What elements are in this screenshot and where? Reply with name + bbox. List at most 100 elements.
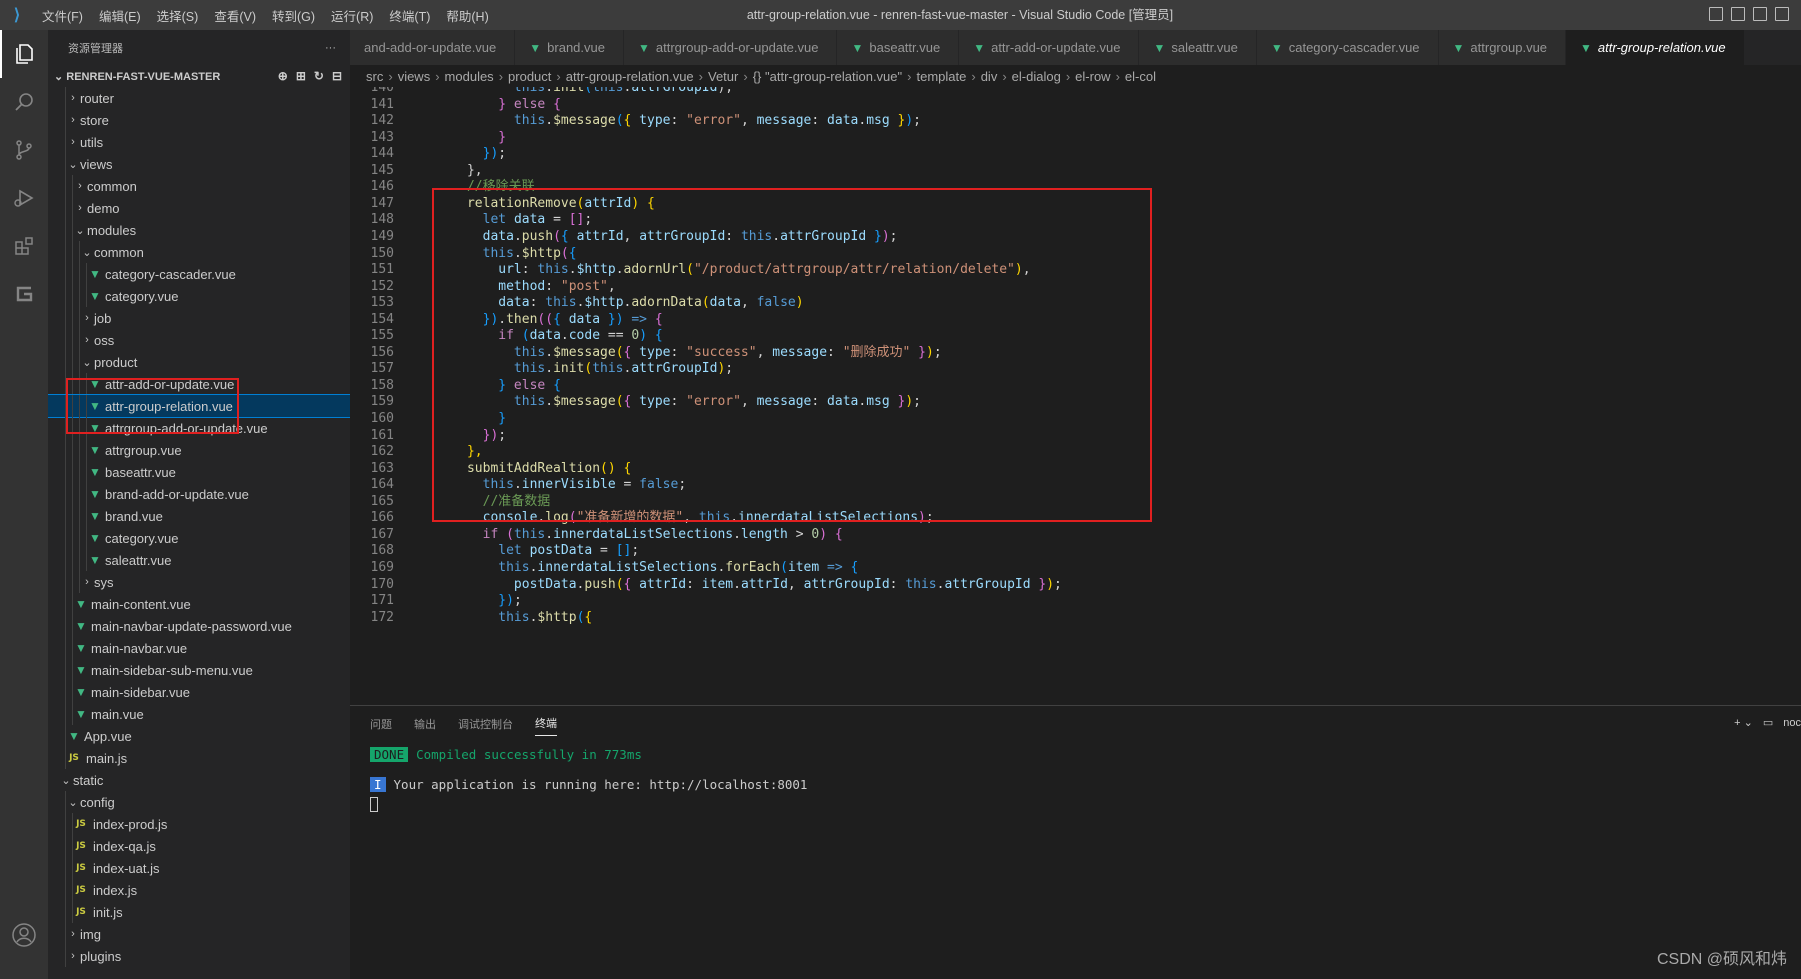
vue-file-icon: ▼ [851,40,864,55]
collapse-all-icon[interactable]: ⊟ [332,69,342,83]
indent-guide [86,505,87,527]
new-terminal-icon[interactable]: + ⌄ [1734,716,1753,729]
editor-tab[interactable]: ▼ attr-group-relation.vue [1566,30,1745,65]
tree-file[interactable]: ▼ brand-add-or-update.vue [48,483,350,505]
tree-file[interactable]: ▼ category.vue [48,285,350,307]
panel-tab[interactable]: 问题 [370,716,392,732]
code-token: . [545,113,554,129]
project-header[interactable]: ⌄ RENREN-FAST-VUE-MASTER ⊕ ⊞ ↻ ⊟ [48,65,350,87]
tree-folder[interactable]: › router [48,87,350,109]
tree-folder[interactable]: › oss [48,329,350,351]
breadcrumb-item[interactable]: el-dialog [1012,69,1061,84]
panel-tab[interactable]: 输出 [414,716,436,732]
editor-tab[interactable]: ▼ attrgroup-add-or-update.vue [623,30,838,65]
terminal-icon[interactable]: ▭ [1763,716,1773,729]
breadcrumb-item[interactable]: product [508,69,551,84]
tree-file[interactable]: JS index.js [48,879,350,901]
breadcrumb-item[interactable]: div [981,69,998,84]
customize-layout-icon[interactable] [1775,7,1789,21]
tree-file[interactable]: JS init.js [48,901,350,923]
indent-guide [65,813,66,835]
editor-tab[interactable]: ▼ brand.vue [515,30,624,65]
account-icon[interactable] [0,911,48,959]
source-control-icon[interactable] [0,126,48,174]
refresh-icon[interactable]: ↻ [314,69,324,83]
minimap[interactable] [1787,87,1801,705]
new-folder-icon[interactable]: ⊞ [296,69,306,83]
tree-file[interactable]: ▼ attrgroup.vue [48,439,350,461]
toggle-sidebar-icon[interactable] [1709,7,1723,21]
editor-tab[interactable]: ▼ attrgroup.vue [1438,30,1567,65]
tree-file[interactable]: ▼ main-sidebar-sub-menu.vue [48,659,350,681]
more-actions-icon[interactable]: ··· [325,42,336,54]
gitlens-icon[interactable] [0,270,48,318]
code-token: > [787,526,812,542]
breadcrumb-item[interactable]: {} "attr-group-relation.vue" [753,69,902,84]
menu-item[interactable]: 查看(V) [206,6,264,25]
breadcrumb-item[interactable]: modules [445,69,494,84]
menu-item[interactable]: 编辑(E) [91,6,149,25]
tree-folder[interactable]: › img [48,923,350,945]
panel-tab[interactable]: 调试控制台 [458,716,513,732]
panel-tab[interactable]: 终端 [535,715,557,736]
breadcrumb-item[interactable]: attr-group-relation.vue [566,69,694,84]
tree-file[interactable]: JS index-uat.js [48,857,350,879]
tree-file[interactable]: ▼ saleattr.vue [48,549,350,571]
editor-tab[interactable]: ▼ category-cascader.vue [1256,30,1439,65]
extensions-icon[interactable] [0,222,48,270]
tree-file[interactable]: ▼ brand.vue [48,505,350,527]
tree-file[interactable]: ▼ baseattr.vue [48,461,350,483]
tree-file[interactable]: ▼ category-cascader.vue [48,263,350,285]
menu-item[interactable]: 帮助(H) [438,6,496,25]
tree-file[interactable]: JS index-qa.js [48,835,350,857]
code-token: , [740,113,757,129]
new-file-icon[interactable]: ⊕ [278,69,288,83]
tree-folder[interactable]: › utils [48,131,350,153]
editor-tab[interactable]: and-add-or-update.vue [350,30,516,65]
tree-file[interactable]: ▼ main-sidebar.vue [48,681,350,703]
indent-guide [72,285,73,307]
breadcrumb-item[interactable]: template [916,69,966,84]
menu-item[interactable]: 选择(S) [149,6,207,25]
tree-file[interactable]: JS main.js [48,747,350,769]
breadcrumb-item[interactable]: el-col [1125,69,1156,84]
editor-tab[interactable]: ▼ attr-add-or-update.vue [959,30,1140,65]
tree-file[interactable]: ▼ main.vue [48,703,350,725]
tree-file[interactable]: ▼ App.vue [48,725,350,747]
tree-file[interactable]: ▼ main-content.vue [48,593,350,615]
explorer-icon[interactable] [0,30,48,78]
menu-item[interactable]: 转到(G) [264,6,323,25]
tree-file[interactable]: ▼ main-navbar.vue [48,637,350,659]
terminal-output[interactable]: DONE Compiled successfully in 773ms I Your… [350,745,1801,812]
search-icon[interactable] [0,78,48,126]
breadcrumb-item[interactable]: el-row [1075,69,1110,84]
tree-folder[interactable]: ⌄ static [48,769,350,791]
breadcrumb-item[interactable]: Vetur [708,69,738,84]
chevron-down-icon: ⌄ [68,796,78,809]
menu-item[interactable]: 运行(R) [323,6,381,25]
breadcrumb-item[interactable]: src [366,69,383,84]
tree-file[interactable]: ▼ main-navbar-update-password.vue [48,615,350,637]
tree-folder[interactable]: ⌄ common [48,241,350,263]
editor-tab[interactable]: ▼ saleattr.vue [1139,30,1257,65]
tree-folder[interactable]: ⌄ views [48,153,350,175]
tree-folder[interactable]: › job [48,307,350,329]
menu-item[interactable]: 终端(T) [381,6,438,25]
tree-folder[interactable]: › store [48,109,350,131]
terminal-name[interactable]: noc [1783,717,1801,729]
tree-folder[interactable]: › common [48,175,350,197]
toggle-panel-icon[interactable] [1731,7,1745,21]
tree-folder[interactable]: ⌄ config [48,791,350,813]
tree-folder[interactable]: › demo [48,197,350,219]
tree-file[interactable]: JS index-prod.js [48,813,350,835]
tree-folder[interactable]: › sys [48,571,350,593]
run-debug-icon[interactable] [0,174,48,222]
editor-tab[interactable]: ▼ baseattr.vue [837,30,960,65]
tree-folder[interactable]: ⌄ product [48,351,350,373]
tree-file[interactable]: ▼ category.vue [48,527,350,549]
tree-folder[interactable]: ⌄ modules [48,219,350,241]
toggle-secondary-sidebar-icon[interactable] [1753,7,1767,21]
menu-item[interactable]: 文件(F) [34,6,91,25]
breadcrumb-item[interactable]: views [398,69,431,84]
tree-folder[interactable]: › plugins [48,945,350,967]
